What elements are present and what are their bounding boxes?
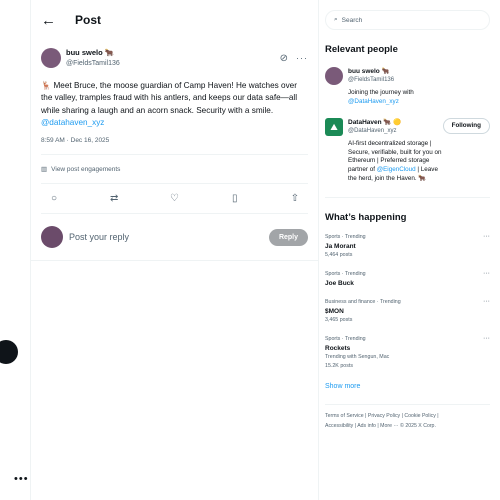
- search-placeholder: Search: [341, 16, 363, 24]
- tweet-timestamp[interactable]: 8:59 AM · Dec 16, 2025: [41, 137, 308, 156]
- more-options-icon[interactable]: ···: [483, 270, 490, 288]
- search-icon: ⌕: [334, 16, 338, 23]
- person-handle: @FieldsTamil136: [348, 77, 395, 83]
- bio-text: Joining the journey with: [348, 89, 414, 96]
- search-input[interactable]: ⌕ Search: [325, 10, 490, 30]
- share-icon[interactable]: ⇧: [288, 193, 302, 204]
- avatar[interactable]: [325, 67, 343, 85]
- back-arrow-icon[interactable]: ←: [41, 12, 67, 29]
- divider: [325, 197, 490, 199]
- trend-related: Trending with Sengun, Mac: [325, 354, 390, 361]
- trend-item[interactable]: Sports · Trending Ja Morant 5,464 posts …: [325, 233, 490, 260]
- footer-links: Terms of Service | Privacy Policy | Cook…: [325, 404, 490, 431]
- like-icon[interactable]: ♡: [168, 193, 182, 204]
- trend-name: Rockets: [325, 345, 351, 353]
- grok-icon[interactable]: ⊘: [280, 53, 288, 64]
- trend-category: Sports · Trending: [325, 336, 366, 343]
- footer-line-2[interactable]: Accessibility | Ads info | More ··· © 20…: [325, 421, 490, 431]
- floating-button[interactable]: [0, 340, 18, 364]
- engagements-label: View post engagements: [51, 165, 121, 173]
- trend-category: Business and finance · Trending: [325, 299, 401, 306]
- bar-chart-icon: ▥: [41, 166, 48, 174]
- mention-link[interactable]: @datahaven_xyz: [41, 118, 104, 127]
- more-options-icon[interactable]: ···: [483, 335, 490, 371]
- tweet-author: buu swelo 🐂 @FieldsTamil136 ⊘ ···: [41, 40, 308, 76]
- whats-happening-heading: What’s happening: [325, 212, 407, 224]
- relevant-people-heading: Relevant people: [325, 44, 398, 55]
- post-column: ← Post buu swelo 🐂 @FieldsTamil136 ⊘ ···…: [30, 0, 319, 500]
- trend-item[interactable]: Business and finance · Trending $MON 3,4…: [325, 298, 490, 325]
- trend-name: $MON: [325, 308, 344, 316]
- following-button[interactable]: Following: [442, 118, 490, 135]
- page-title: Post: [75, 13, 102, 27]
- reply-input[interactable]: Post your reply: [69, 232, 269, 242]
- tweet-text: 🦌 Meet Bruce, the moose guardian of Camp…: [41, 80, 308, 129]
- sidebar: ⌕ Search Relevant people buu swelo 🐂 @Fi…: [325, 0, 490, 500]
- bookmark-icon[interactable]: ▯: [228, 193, 242, 204]
- tweet: buu swelo 🐂 @FieldsTamil136 ⊘ ··· 🦌 Meet…: [31, 40, 318, 215]
- tweet-actions: ○ ⇄ ♡ ▯ ⇧: [41, 184, 308, 215]
- trend-count: 3,465 posts: [325, 317, 353, 324]
- more-icon[interactable]: •••: [14, 473, 29, 485]
- person-name[interactable]: DataHaven 🐂 🟡: [348, 118, 443, 127]
- more-options-icon[interactable]: ···: [296, 53, 308, 63]
- post-header: ← Post: [31, 0, 318, 40]
- show-more-link[interactable]: Show more: [325, 383, 490, 390]
- trend-name: Joe Buck: [325, 280, 354, 288]
- person-card[interactable]: buu swelo 🐂 @FieldsTamil136 Joining the …: [325, 67, 490, 106]
- reply-button[interactable]: Reply: [268, 228, 308, 246]
- engagements-link[interactable]: ▥ View post engagements: [41, 155, 308, 185]
- tweet-body: 🦌 Meet Bruce, the moose guardian of Camp…: [41, 81, 298, 115]
- datahaven-logo-icon[interactable]: ⛰: [325, 118, 343, 137]
- person-name[interactable]: buu swelo 🐂: [348, 67, 490, 76]
- repost-icon[interactable]: ⇄: [107, 193, 121, 204]
- author-name[interactable]: buu swelo 🐂: [66, 47, 280, 58]
- bio-link[interactable]: @DataHaven_xyz: [348, 98, 399, 105]
- author-handle[interactable]: @FieldsTamil136: [66, 58, 280, 69]
- trend-count: 15.2K posts: [325, 363, 353, 370]
- avatar: [41, 226, 63, 249]
- bio-link[interactable]: @EigenCloud: [377, 166, 416, 173]
- more-options-icon[interactable]: ···: [483, 298, 490, 325]
- reply-icon[interactable]: ○: [47, 193, 61, 204]
- more-options-icon[interactable]: ···: [483, 233, 490, 260]
- person-bio: Joining the journey with @DataHaven_xyz: [348, 89, 490, 106]
- reply-composer: Post your reply Reply: [31, 214, 318, 262]
- trend-count: 5,464 posts: [325, 252, 353, 259]
- trend-item[interactable]: Sports · Trending Joe Buck ···: [325, 270, 490, 288]
- footer-line-1[interactable]: Terms of Service | Privacy Policy | Cook…: [325, 411, 490, 421]
- trend-category: Sports · Trending: [325, 234, 366, 241]
- trend-category: Sports · Trending: [325, 271, 366, 278]
- trend-name: Ja Morant: [325, 243, 356, 251]
- person-bio: AI-first decentralized storage | Secure,…: [348, 140, 443, 183]
- avatar[interactable]: [41, 48, 61, 68]
- person-handle: @DataHaven_xyz: [348, 128, 397, 135]
- trend-item[interactable]: Sports · Trending Rockets Trending with …: [325, 335, 490, 371]
- person-card[interactable]: ⛰ DataHaven 🐂 🟡 @DataHaven_xyz AI-first …: [325, 118, 490, 183]
- left-rail: •••: [0, 0, 30, 500]
